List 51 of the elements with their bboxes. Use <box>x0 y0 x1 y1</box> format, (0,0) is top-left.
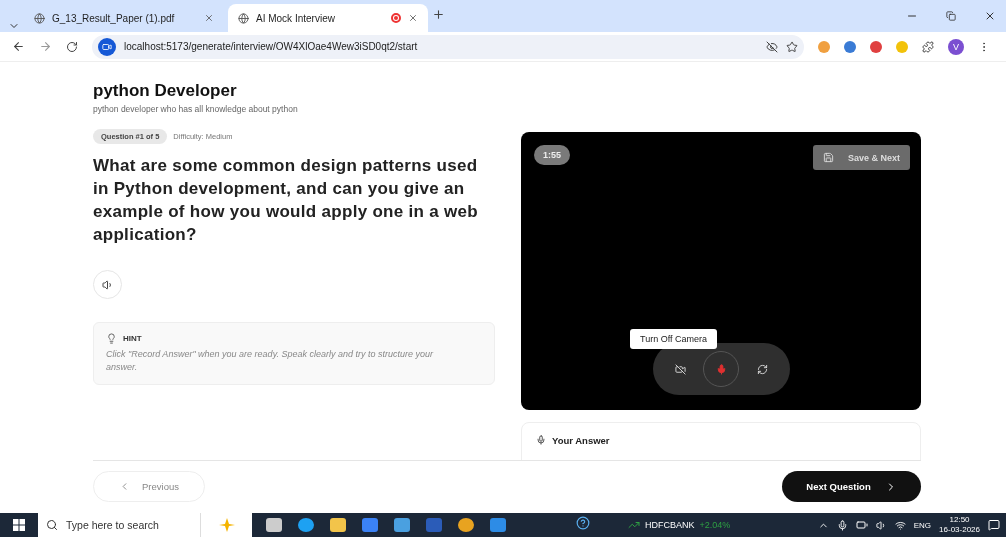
mic-icon <box>536 435 546 445</box>
recording-icon <box>391 13 401 23</box>
notifications-icon[interactable] <box>988 519 1000 531</box>
camera-off-icon <box>674 363 686 375</box>
question-text: What are some common design patterns used in Python development, and can you give an example of how you would apply one in a web application? <box>93 155 480 246</box>
hint-label: HINT <box>123 334 142 343</box>
address-bar[interactable]: localhost:5173/generate/interview/OW4XlOae4Wew3iSD0qt2/start <box>92 34 804 59</box>
stock-change: +2.04% <box>699 520 731 530</box>
star-icon[interactable] <box>786 40 798 53</box>
browser-tab[interactable]: AI Mock Interview <box>228 4 428 32</box>
camera-icon <box>98 37 116 56</box>
globe-icon <box>34 12 45 24</box>
refresh-icon <box>757 363 769 375</box>
back-icon[interactable] <box>12 40 25 53</box>
new-tab-icon[interactable] <box>432 8 445 21</box>
battery-icon[interactable] <box>855 519 868 531</box>
answer-label: Your Answer <box>552 435 610 446</box>
page-subtitle: python developer who has all knowledge about python <box>93 104 299 114</box>
trend-up-icon <box>628 519 640 531</box>
browser-tab[interactable]: G_13_Result_Paper (1).pdf <box>24 4 224 32</box>
next-question-button[interactable]: Next Question <box>782 471 921 502</box>
help-icon[interactable] <box>576 516 590 530</box>
mic-icon[interactable] <box>836 519 848 531</box>
forward-icon[interactable] <box>39 40 52 53</box>
stock-widget[interactable]: HDFCBANK +2.04% <box>628 519 731 531</box>
eye-off-icon[interactable] <box>766 40 778 53</box>
save-next-button[interactable]: Save & Next <box>812 145 910 170</box>
lightbulb-icon <box>106 333 117 344</box>
profile-avatar[interactable]: V <box>948 38 964 55</box>
hint-text: Click "Record Answer" when you are ready. Speak clearly and try to structure your answer. <box>106 348 435 374</box>
speaker-icon <box>101 278 114 291</box>
search-icon <box>46 519 58 531</box>
language-indicator[interactable]: ENG <box>913 520 932 530</box>
timer: 1:55 <box>534 145 570 165</box>
tooltip: Turn Off Camera <box>630 329 718 349</box>
previous-button[interactable]: Previous <box>93 471 205 502</box>
clock[interactable]: 12:50 16-03-2026 <box>939 515 980 535</box>
puzzle-icon[interactable] <box>922 40 934 53</box>
taskbar-search-field[interactable]: Type here to search <box>38 513 200 537</box>
save-icon <box>822 152 834 163</box>
page-title: python Developer <box>93 81 238 101</box>
restore-icon[interactable] <box>946 10 956 22</box>
microphone-icon <box>716 363 727 375</box>
close-icon[interactable] <box>984 10 996 22</box>
reload-icon[interactable] <box>66 40 78 53</box>
volume-icon[interactable] <box>875 519 887 531</box>
stock-name: HDFCBANK <box>645 520 695 530</box>
wifi-icon[interactable] <box>894 519 906 531</box>
speaker-button[interactable] <box>93 270 122 299</box>
close-icon[interactable] <box>408 13 418 23</box>
globe-icon <box>238 12 249 24</box>
